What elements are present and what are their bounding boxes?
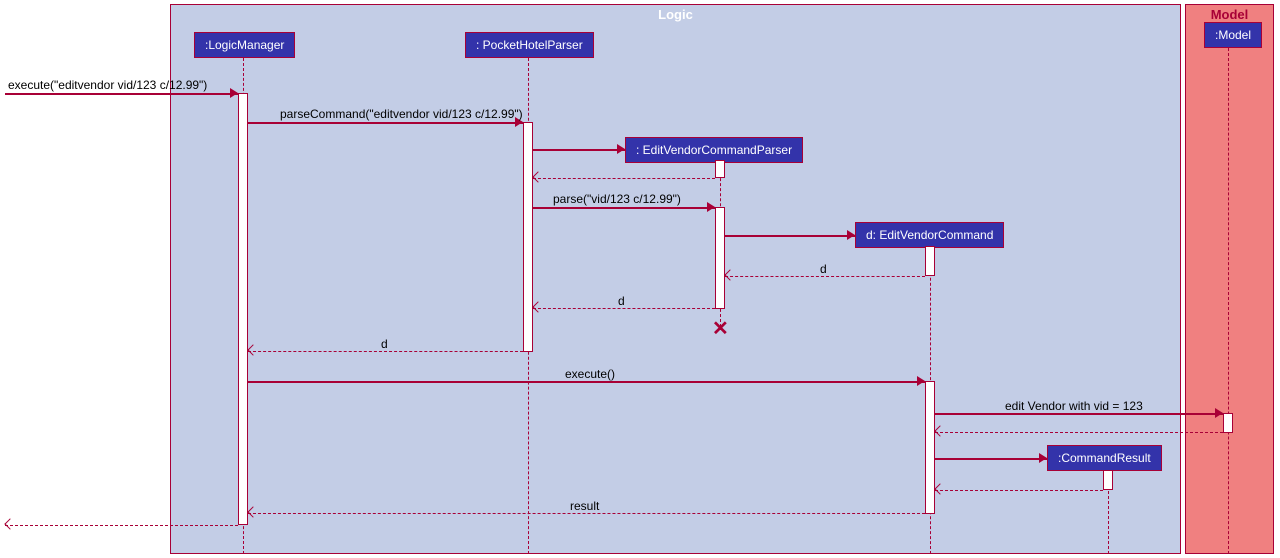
arrow-create-evc [847,230,855,240]
label-return-d1: d [820,262,827,276]
participant-model: :Model [1204,22,1262,48]
msg-parse [533,207,715,209]
msg-return-d3 [248,351,523,352]
msg-parse-command [248,122,523,124]
arrow-execute2 [917,376,925,386]
frame-model: Model [1185,4,1274,554]
msg-return-d1 [725,276,925,277]
label-return-d3: d [381,337,388,351]
msg-execute2 [248,381,925,383]
activation-evc-2 [925,381,935,514]
arrow-edit-vendor [1215,408,1223,418]
msg-edit-vendor [935,413,1223,415]
activation-logic-manager [238,93,248,525]
lifeline-model [1228,48,1229,554]
activation-command-result [1103,470,1113,490]
arrow-execute-in [230,88,238,98]
participant-command-result: :CommandResult [1047,445,1162,471]
label-execute-in: execute("editvendor vid/123 c/12.99") [8,78,207,92]
frame-logic: Logic [170,4,1181,554]
msg-result [248,513,925,514]
label-execute2: execute() [565,367,615,381]
activation-model [1223,413,1233,433]
msg-execute-in [5,93,238,95]
participant-pocket-hotel-parser: : PocketHotelParser [465,32,594,58]
destroy-evcp-icon: ✕ [712,316,729,341]
participant-edit-vendor-cmd: d: EditVendorCommand [855,222,1004,248]
msg-return-d2 [533,308,715,309]
msg-return-caller [5,525,238,526]
msg-create-evcp [533,149,625,151]
frame-logic-label: Logic [650,5,701,24]
label-result: result [570,499,599,513]
msg-return-model [935,432,1223,433]
msg-return-cr [935,490,1103,491]
msg-create-cr [935,458,1047,460]
label-parse-command: parseCommand("editvendor vid/123 c/12.99… [280,107,523,121]
msg-create-evc [725,235,855,237]
participant-logic-manager: :LogicManager [194,32,295,58]
activation-pocket-hotel-parser [523,122,533,352]
arrow-create-cr [1039,453,1047,463]
label-parse: parse("vid/123 c/12.99") [553,192,681,206]
activation-evc-1 [925,246,935,276]
arrow-parse [707,202,715,212]
activation-evcp-2 [715,207,725,309]
msg-return-evcp-create [533,178,715,179]
label-edit-vendor: edit Vendor with vid = 123 [1005,399,1143,413]
label-return-d2: d [618,294,625,308]
arrow-create-evcp [617,144,625,154]
arrow-return-caller [4,518,15,529]
activation-evcp-1 [715,160,725,178]
